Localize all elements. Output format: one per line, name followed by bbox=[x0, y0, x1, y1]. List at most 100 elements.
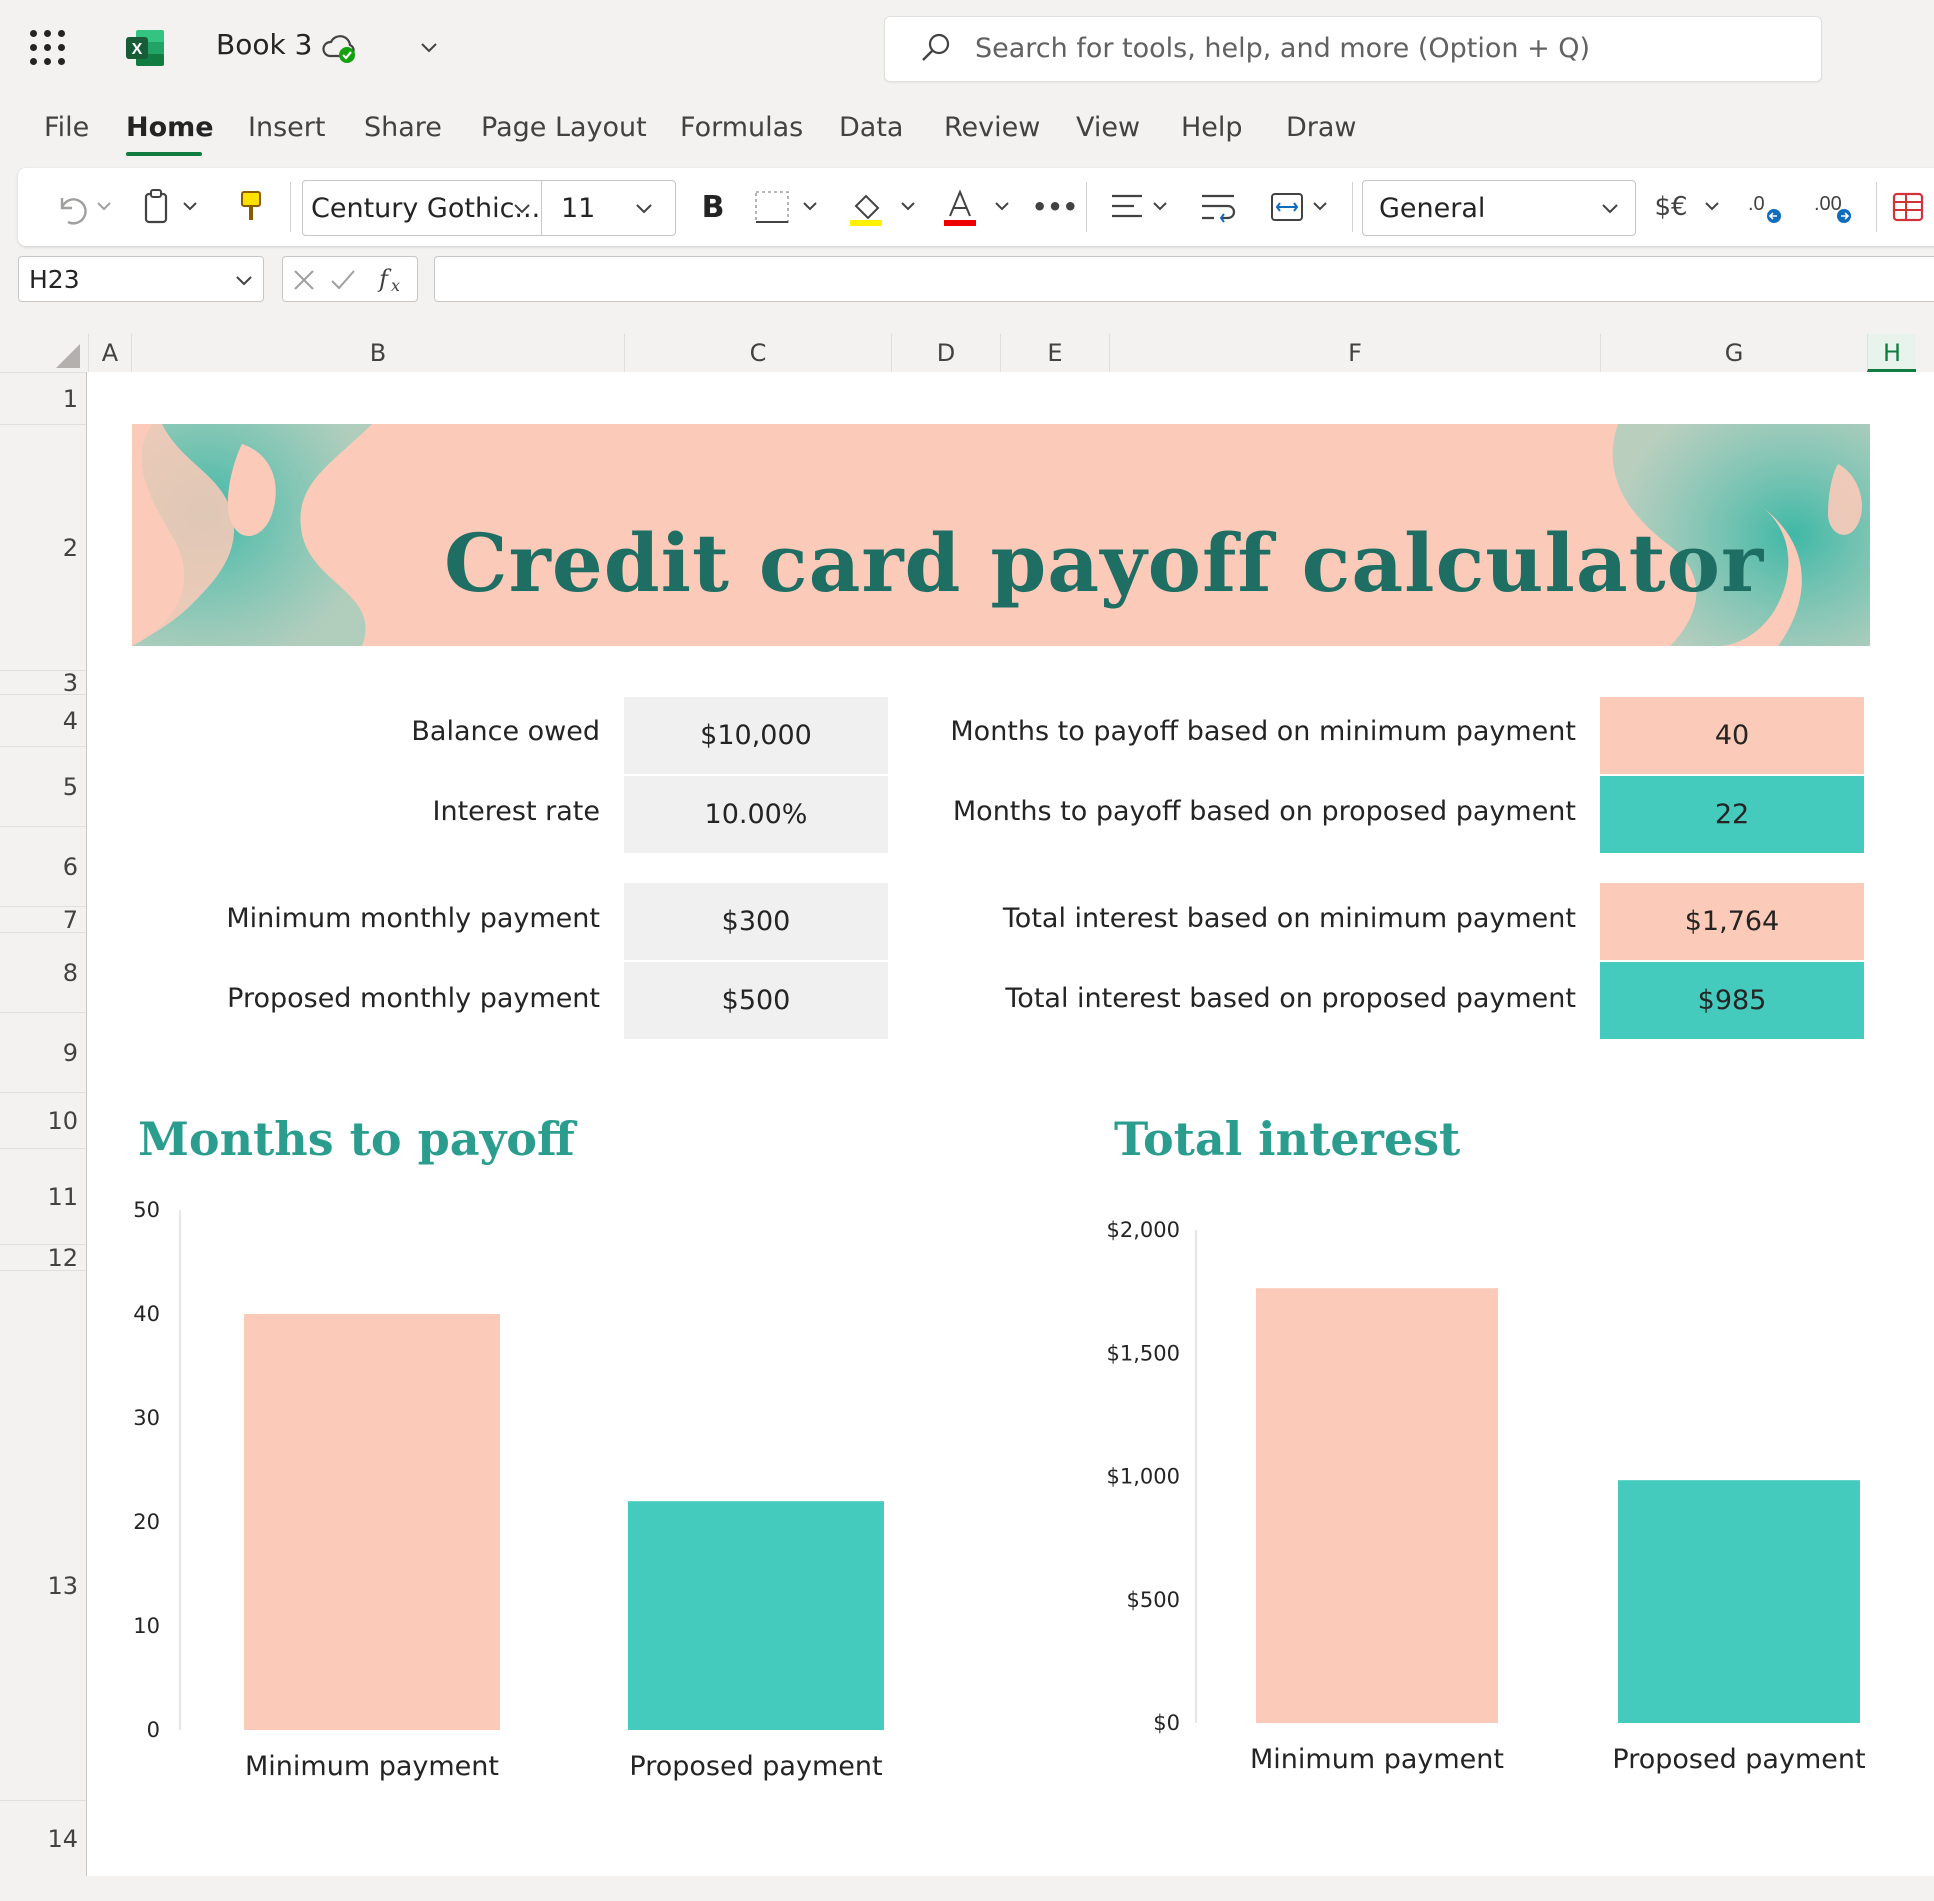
column-header-b[interactable]: B bbox=[131, 334, 624, 372]
input-value-balance[interactable]: $10,000 bbox=[624, 697, 888, 774]
y-tick-label: 10 bbox=[133, 1614, 160, 1638]
x-category-label: Proposed payment bbox=[629, 1751, 882, 1782]
borders-icon[interactable] bbox=[748, 186, 828, 228]
search-placeholder: Search for tools, help, and more (Option… bbox=[975, 33, 1591, 64]
chevron-down-icon bbox=[236, 276, 252, 286]
increase-decimal-icon[interactable]: .0 bbox=[1738, 186, 1798, 228]
y-tick-label: $1,500 bbox=[1107, 1341, 1180, 1365]
input-value-minimum-payment[interactable]: $300 bbox=[624, 883, 888, 960]
font-color-icon[interactable] bbox=[936, 186, 1026, 228]
tab-help[interactable]: Help bbox=[1181, 112, 1243, 143]
tab-insert[interactable]: Insert bbox=[248, 112, 325, 143]
tab-view[interactable]: View bbox=[1076, 112, 1140, 143]
y-tick-label: 0 bbox=[147, 1718, 160, 1742]
row-header-1[interactable]: 1 bbox=[0, 372, 86, 424]
more-options-button[interactable]: ••• bbox=[1030, 186, 1080, 228]
tab-file[interactable]: File bbox=[44, 112, 89, 143]
bar-minimum-payment[interactable] bbox=[244, 1314, 500, 1730]
tab-share[interactable]: Share bbox=[364, 112, 442, 143]
row-header-12[interactable]: 12 bbox=[0, 1244, 86, 1271]
input-label-balance: Balance owed bbox=[411, 716, 600, 747]
select-all-icon[interactable] bbox=[54, 342, 82, 370]
excel-logo-icon: X bbox=[126, 30, 164, 66]
result-value-interest-minimum[interactable]: $1,764 bbox=[1600, 883, 1864, 960]
column-header-h[interactable]: H bbox=[1867, 334, 1916, 372]
y-tick-label: 50 bbox=[133, 1198, 160, 1222]
y-tick-label: 40 bbox=[133, 1302, 160, 1326]
cloud-saved-icon[interactable] bbox=[320, 30, 360, 66]
decrease-decimal-icon[interactable]: .00 bbox=[1808, 186, 1868, 228]
column-header-g[interactable]: G bbox=[1600, 334, 1867, 372]
name-box-value: H23 bbox=[29, 265, 80, 294]
svg-text:f: f bbox=[377, 265, 392, 293]
formula-bar: H23 f x bbox=[0, 254, 1934, 304]
chart-total-interest[interactable]: $0 $500 $1,000 $1,500 $2,000 Minimum payment P… bbox=[1100, 1200, 1880, 1780]
align-icon[interactable] bbox=[1104, 186, 1184, 228]
input-value-interest-rate[interactable]: 10.00% bbox=[624, 776, 888, 853]
input-label-minimum-payment: Minimum monthly payment bbox=[226, 903, 600, 934]
row-header-14[interactable]: 14 bbox=[0, 1800, 86, 1876]
row-header-7[interactable]: 7 bbox=[0, 906, 86, 933]
font-name-dropdown[interactable]: Century Gothic... 11 bbox=[302, 180, 676, 236]
chart-title-months: Months to payoff bbox=[138, 1112, 575, 1166]
chart-months-to-payoff[interactable]: 0 10 20 30 40 50 Minimum payment Proposed payme… bbox=[120, 1190, 920, 1790]
row-header-6[interactable]: 6 bbox=[0, 826, 86, 906]
enter-check-icon[interactable] bbox=[329, 267, 357, 293]
wrap-text-icon[interactable] bbox=[1194, 186, 1244, 228]
tab-data[interactable]: Data bbox=[839, 112, 903, 143]
y-tick-label: 20 bbox=[133, 1510, 160, 1534]
format-painter-icon[interactable] bbox=[232, 186, 272, 228]
row-headers: 1 2 3 4 5 6 7 8 9 10 11 12 13 14 bbox=[0, 372, 87, 1876]
font-size-value[interactable]: 11 bbox=[561, 193, 595, 224]
bar-proposed-payment[interactable] bbox=[628, 1501, 884, 1730]
result-value-interest-proposed[interactable]: $985 bbox=[1600, 962, 1864, 1039]
result-value-months-minimum[interactable]: 40 bbox=[1600, 697, 1864, 774]
tab-formulas[interactable]: Formulas bbox=[680, 112, 803, 143]
row-header-9[interactable]: 9 bbox=[0, 1012, 86, 1092]
document-title[interactable]: Book 3 bbox=[216, 28, 312, 61]
search-box[interactable]: Search for tools, help, and more (Option… bbox=[884, 16, 1822, 82]
input-value-proposed-payment[interactable]: $500 bbox=[624, 962, 888, 1039]
row-header-5[interactable]: 5 bbox=[0, 746, 86, 826]
paste-icon[interactable] bbox=[138, 186, 210, 228]
tab-draw[interactable]: Draw bbox=[1286, 112, 1357, 143]
y-tick-label: $0 bbox=[1153, 1711, 1180, 1735]
tab-page-layout[interactable]: Page Layout bbox=[481, 112, 647, 143]
y-tick-label: $500 bbox=[1127, 1588, 1180, 1612]
y-tick-label: $1,000 bbox=[1107, 1465, 1180, 1489]
column-header-f[interactable]: F bbox=[1109, 334, 1600, 372]
tab-home[interactable]: Home bbox=[126, 112, 214, 143]
number-format-dropdown[interactable]: General bbox=[1362, 180, 1636, 236]
column-header-e[interactable]: E bbox=[1000, 334, 1109, 372]
column-header-d[interactable]: D bbox=[891, 334, 1000, 372]
name-box[interactable]: H23 bbox=[18, 256, 264, 302]
tab-review[interactable]: Review bbox=[944, 112, 1040, 143]
conditional-format-icon[interactable] bbox=[1888, 186, 1928, 228]
chevron-down-icon[interactable] bbox=[418, 36, 440, 58]
result-value-months-proposed[interactable]: 22 bbox=[1600, 776, 1864, 853]
formula-input[interactable] bbox=[434, 256, 1934, 302]
formula-actions: f x bbox=[282, 256, 418, 302]
row-header-11[interactable]: 11 bbox=[0, 1148, 86, 1244]
column-header-a[interactable]: A bbox=[88, 334, 131, 372]
font-name-value: Century Gothic... bbox=[311, 193, 541, 224]
row-header-10[interactable]: 10 bbox=[0, 1092, 86, 1148]
app-launcher-icon[interactable] bbox=[30, 30, 66, 66]
chevron-down-icon[interactable] bbox=[1698, 186, 1728, 228]
row-header-3[interactable]: 3 bbox=[0, 670, 86, 695]
chevron-down-icon[interactable] bbox=[633, 197, 655, 219]
bold-button[interactable]: B bbox=[688, 186, 738, 228]
cancel-icon[interactable] bbox=[291, 267, 317, 293]
bar-minimum-payment[interactable] bbox=[1256, 1288, 1498, 1723]
fill-color-icon[interactable] bbox=[842, 186, 932, 228]
row-header-2[interactable]: 2 bbox=[0, 424, 86, 670]
bar-proposed-payment[interactable] bbox=[1618, 1480, 1860, 1723]
undo-icon[interactable] bbox=[48, 186, 118, 228]
row-header-4[interactable]: 4 bbox=[0, 694, 86, 746]
merge-center-icon[interactable] bbox=[1264, 186, 1344, 228]
x-category-label: Proposed payment bbox=[1612, 1744, 1865, 1775]
currency-format-button[interactable]: $€ bbox=[1644, 186, 1698, 228]
row-header-8[interactable]: 8 bbox=[0, 932, 86, 1012]
column-header-c[interactable]: C bbox=[624, 334, 891, 372]
insert-function-icon[interactable]: f x bbox=[375, 263, 409, 297]
